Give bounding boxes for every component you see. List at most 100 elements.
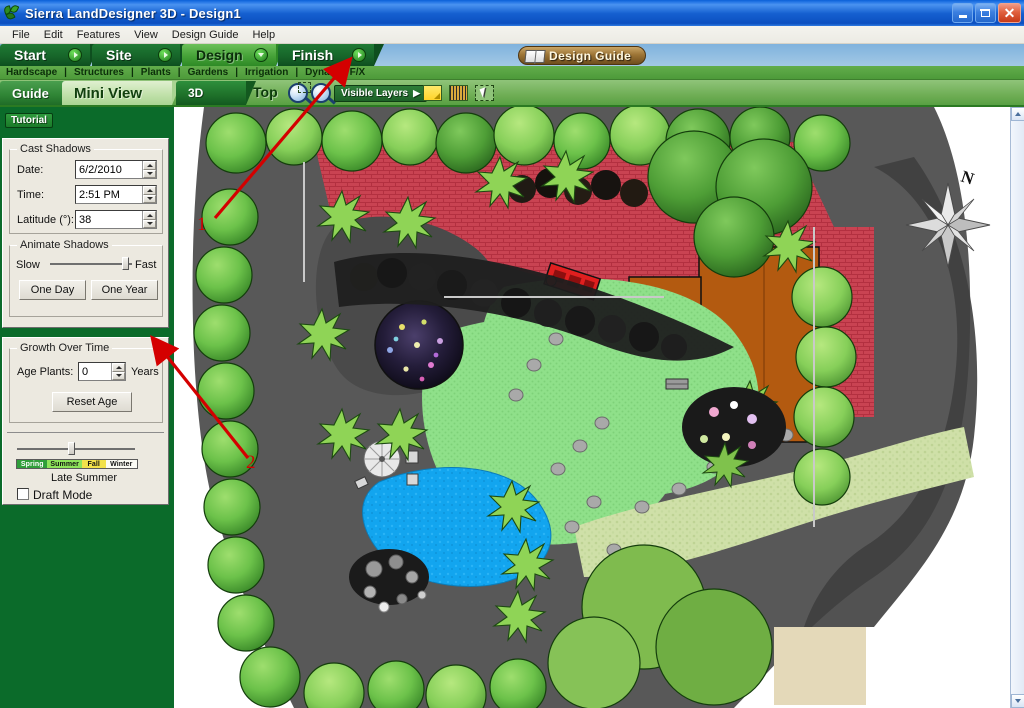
fast-label: Fast bbox=[135, 259, 157, 271]
title-bar: Sierra LandDesigner 3D - Design1 ✕ bbox=[0, 0, 1024, 26]
main-tab-start[interactable]: Start bbox=[0, 44, 100, 66]
tab-guide[interactable]: Guide bbox=[0, 81, 78, 105]
separator: | bbox=[295, 67, 299, 78]
age-plants-value: 0 bbox=[82, 365, 89, 378]
growth-over-time-group: Growth Over Time Age Plants: 0 Years Res… bbox=[9, 342, 163, 423]
season-slider-thumb[interactable] bbox=[68, 442, 75, 455]
play-icon bbox=[68, 48, 82, 62]
time-field[interactable]: 2:51 PM bbox=[75, 185, 157, 204]
season-slider[interactable] bbox=[17, 442, 135, 456]
sub-tab-gardens[interactable]: Gardens bbox=[188, 67, 229, 78]
visible-layers-button[interactable]: Visible Layers ▶ bbox=[334, 85, 428, 102]
main-tab-site-label: Site bbox=[106, 47, 132, 63]
landscape-plan[interactable]: N bbox=[174, 107, 1010, 708]
tutorial-button[interactable]: Tutorial bbox=[5, 113, 53, 128]
age-plants-stepper-down[interactable] bbox=[112, 371, 125, 380]
one-year-button[interactable]: One Year bbox=[91, 280, 158, 300]
canvas-vertical-scrollbar[interactable] bbox=[1010, 107, 1024, 708]
sub-tab-plants[interactable]: Plants bbox=[141, 67, 171, 78]
date-stepper[interactable] bbox=[142, 161, 156, 178]
minimize-button[interactable] bbox=[952, 3, 973, 23]
date-label: Date: bbox=[17, 164, 44, 176]
window-title: Sierra LandDesigner 3D - Design1 bbox=[25, 5, 241, 21]
shadows-panel: Cast Shadows Date: 6/2/2010 Time: 2:51 P… bbox=[2, 138, 169, 328]
window-controls: ✕ bbox=[952, 3, 1021, 23]
latitude-stepper-down[interactable] bbox=[143, 219, 156, 228]
design-canvas[interactable]: N bbox=[174, 107, 1010, 708]
tab-3d-label: 3D bbox=[188, 86, 204, 100]
time-stepper-up[interactable] bbox=[143, 186, 156, 195]
season-fall[interactable]: Fall bbox=[81, 460, 106, 468]
menu-item-help[interactable]: Help bbox=[245, 28, 282, 42]
cast-shadows-title: Cast Shadows bbox=[17, 143, 94, 155]
play-icon bbox=[158, 48, 172, 62]
tab-mini-view[interactable]: Mini View bbox=[62, 81, 182, 105]
age-plants-field[interactable]: 0 bbox=[78, 362, 126, 381]
sub-tab-row: Hardscape | Structures | Plants | Garden… bbox=[0, 66, 1024, 80]
scroll-down-button[interactable] bbox=[1011, 694, 1024, 708]
close-button[interactable]: ✕ bbox=[998, 3, 1021, 23]
ruler-tool-icon[interactable] bbox=[449, 85, 468, 101]
sub-tab-dynamic-fx[interactable]: Dynamic F/X bbox=[305, 67, 365, 78]
menu-item-view[interactable]: View bbox=[127, 28, 165, 42]
animation-speed-slider[interactable] bbox=[50, 257, 132, 271]
season-spring[interactable]: Spring bbox=[17, 460, 48, 468]
slider-thumb[interactable] bbox=[122, 257, 129, 270]
latitude-stepper-up[interactable] bbox=[143, 211, 156, 220]
bench bbox=[665, 378, 689, 390]
main-tab-site[interactable]: Site bbox=[92, 44, 190, 66]
menu-item-features[interactable]: Features bbox=[70, 28, 127, 42]
sub-tab-structures[interactable]: Structures bbox=[74, 67, 124, 78]
animate-shadows-title: Animate Shadows bbox=[17, 239, 112, 251]
visible-layers-label: Visible Layers bbox=[341, 88, 409, 99]
tab-guide-label: Guide bbox=[12, 85, 49, 101]
sub-tab-irrigation[interactable]: Irrigation bbox=[245, 67, 288, 78]
time-value: 2:51 PM bbox=[79, 188, 120, 201]
season-winter[interactable]: Winter bbox=[105, 460, 137, 468]
magnifier-zoom-out-icon[interactable] bbox=[311, 83, 336, 105]
main-tab-finish-label: Finish bbox=[292, 47, 334, 63]
application-window: Sierra LandDesigner 3D - Design1 ✕ File … bbox=[0, 0, 1024, 708]
annotation-label-2: 2 bbox=[246, 452, 256, 473]
sand-patch bbox=[774, 627, 866, 705]
tab-3d[interactable]: 3D bbox=[176, 81, 256, 105]
sub-tab-hardscape[interactable]: Hardscape bbox=[6, 67, 57, 78]
scroll-up-button[interactable] bbox=[1011, 107, 1024, 121]
main-tab-finish[interactable]: Finish bbox=[278, 44, 384, 66]
main-tab-row: Start Site Design Finish Design Guide bbox=[0, 44, 1024, 66]
latitude-label: Latitude (°): bbox=[17, 214, 74, 226]
date-stepper-up[interactable] bbox=[143, 161, 156, 170]
maximize-button[interactable] bbox=[975, 3, 996, 23]
leaf-icon bbox=[2, 3, 20, 21]
app-header: Start Site Design Finish Design Guide Ha… bbox=[0, 44, 1024, 107]
latitude-field[interactable]: 38 bbox=[75, 210, 157, 229]
magnifier-zoom-in-icon[interactable] bbox=[288, 82, 313, 105]
age-plants-stepper-up[interactable] bbox=[112, 363, 125, 372]
season-summer[interactable]: Summer bbox=[47, 460, 82, 468]
menu-item-file[interactable]: File bbox=[5, 28, 37, 42]
draft-mode-checkbox[interactable] bbox=[17, 488, 29, 500]
season-section: Spring Summer Fall Winter Late Summer Dr… bbox=[7, 432, 164, 502]
time-stepper[interactable] bbox=[142, 186, 156, 203]
latitude-stepper[interactable] bbox=[142, 211, 156, 228]
separator: | bbox=[177, 67, 181, 78]
date-stepper-down[interactable] bbox=[143, 169, 156, 178]
date-field[interactable]: 6/2/2010 bbox=[75, 160, 157, 179]
chevron-down-icon bbox=[254, 48, 268, 62]
menu-item-design-guide[interactable]: Design Guide bbox=[165, 28, 246, 42]
menu-item-edit[interactable]: Edit bbox=[37, 28, 70, 42]
annotation-label-1: 1 bbox=[197, 214, 207, 235]
reset-age-button[interactable]: Reset Age bbox=[52, 392, 132, 412]
growth-panel: Growth Over Time Age Plants: 0 Years Res… bbox=[2, 337, 169, 505]
time-stepper-down[interactable] bbox=[143, 194, 156, 203]
one-day-button[interactable]: One Day bbox=[19, 280, 86, 300]
select-region-icon[interactable] bbox=[475, 85, 494, 101]
separator: | bbox=[130, 67, 134, 78]
main-tab-design[interactable]: Design bbox=[182, 44, 286, 66]
tab-mini-view-label: Mini View bbox=[74, 84, 143, 102]
season-bar[interactable]: Spring Summer Fall Winter bbox=[16, 459, 138, 469]
note-tool-icon[interactable] bbox=[423, 85, 442, 101]
date-value: 6/2/2010 bbox=[79, 163, 122, 176]
age-plants-stepper[interactable] bbox=[111, 363, 125, 380]
design-guide-button[interactable]: Design Guide bbox=[518, 46, 647, 65]
